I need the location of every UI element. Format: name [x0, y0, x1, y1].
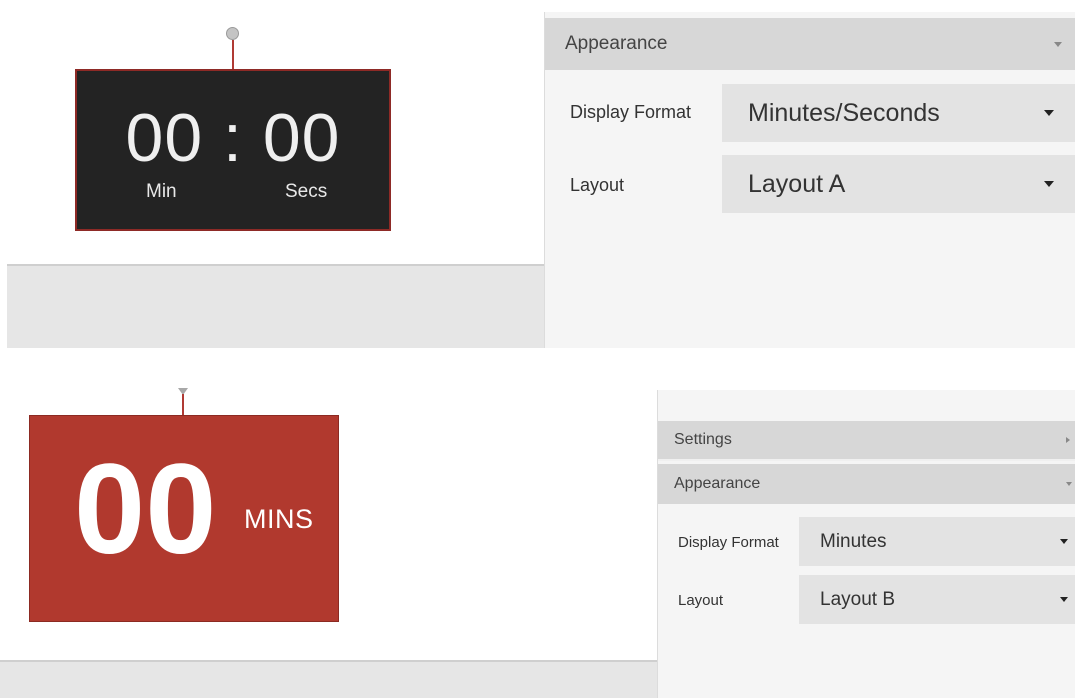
countdown-widget-a[interactable]: 00 : 00 Min Secs: [75, 69, 391, 231]
minutes-value: 00: [125, 100, 204, 176]
time-separator: :: [223, 100, 243, 176]
layout-value: Layout B: [820, 588, 895, 610]
dropdown-arrow-icon: [1044, 181, 1054, 187]
bottom-screenshot: 00 MINS Settings Appearance Display Form…: [0, 386, 1075, 698]
expand-caret-icon: [1066, 437, 1070, 443]
display-format-value: Minutes: [820, 530, 887, 552]
settings-section-header[interactable]: Settings: [658, 421, 1075, 461]
pin-line: [232, 40, 234, 70]
layout-value: Layout A: [748, 169, 846, 198]
dropdown-arrow-icon: [1044, 110, 1054, 116]
appearance-title: Appearance: [565, 33, 668, 54]
timer-digits: 00 : 00: [77, 99, 389, 177]
display-format-select[interactable]: Minutes/Seconds: [722, 84, 1075, 142]
canvas-floor: [7, 264, 544, 348]
layout-label: Layout: [678, 591, 724, 609]
appearance-title: Appearance: [674, 475, 761, 492]
seconds-value: 00: [262, 100, 341, 176]
pin-handle[interactable]: [226, 27, 239, 40]
settings-title: Settings: [674, 431, 732, 448]
min-label: Min: [146, 181, 177, 202]
layout-label: Layout: [570, 174, 625, 195]
minutes-value: 00: [74, 438, 217, 581]
dropdown-arrow-icon: [1060, 539, 1068, 544]
appearance-section-header[interactable]: Appearance: [658, 464, 1075, 504]
mins-unit-label: MINS: [244, 504, 314, 534]
collapse-caret-icon: [1066, 482, 1072, 486]
layout-select[interactable]: Layout A: [722, 155, 1075, 213]
collapse-caret-icon: [1054, 41, 1062, 47]
properties-panel: Appearance Display Format Minutes/Second…: [544, 12, 1075, 348]
pin-line: [182, 394, 184, 416]
layout-select[interactable]: Layout B: [799, 575, 1075, 624]
countdown-widget-b[interactable]: 00 MINS: [29, 415, 339, 622]
appearance-section-header[interactable]: Appearance: [545, 18, 1075, 70]
properties-panel: Settings Appearance Display Format Minut…: [657, 390, 1075, 698]
secs-label: Secs: [285, 181, 328, 202]
display-format-value: Minutes/Seconds: [748, 98, 940, 127]
display-format-label: Display Format: [678, 533, 779, 551]
top-screenshot: 00 : 00 Min Secs Appearance Display Form…: [0, 0, 1075, 348]
dropdown-arrow-icon: [1060, 597, 1068, 602]
display-format-select[interactable]: Minutes: [799, 517, 1075, 566]
display-format-label: Display Format: [570, 101, 692, 122]
canvas-floor: [0, 660, 657, 698]
